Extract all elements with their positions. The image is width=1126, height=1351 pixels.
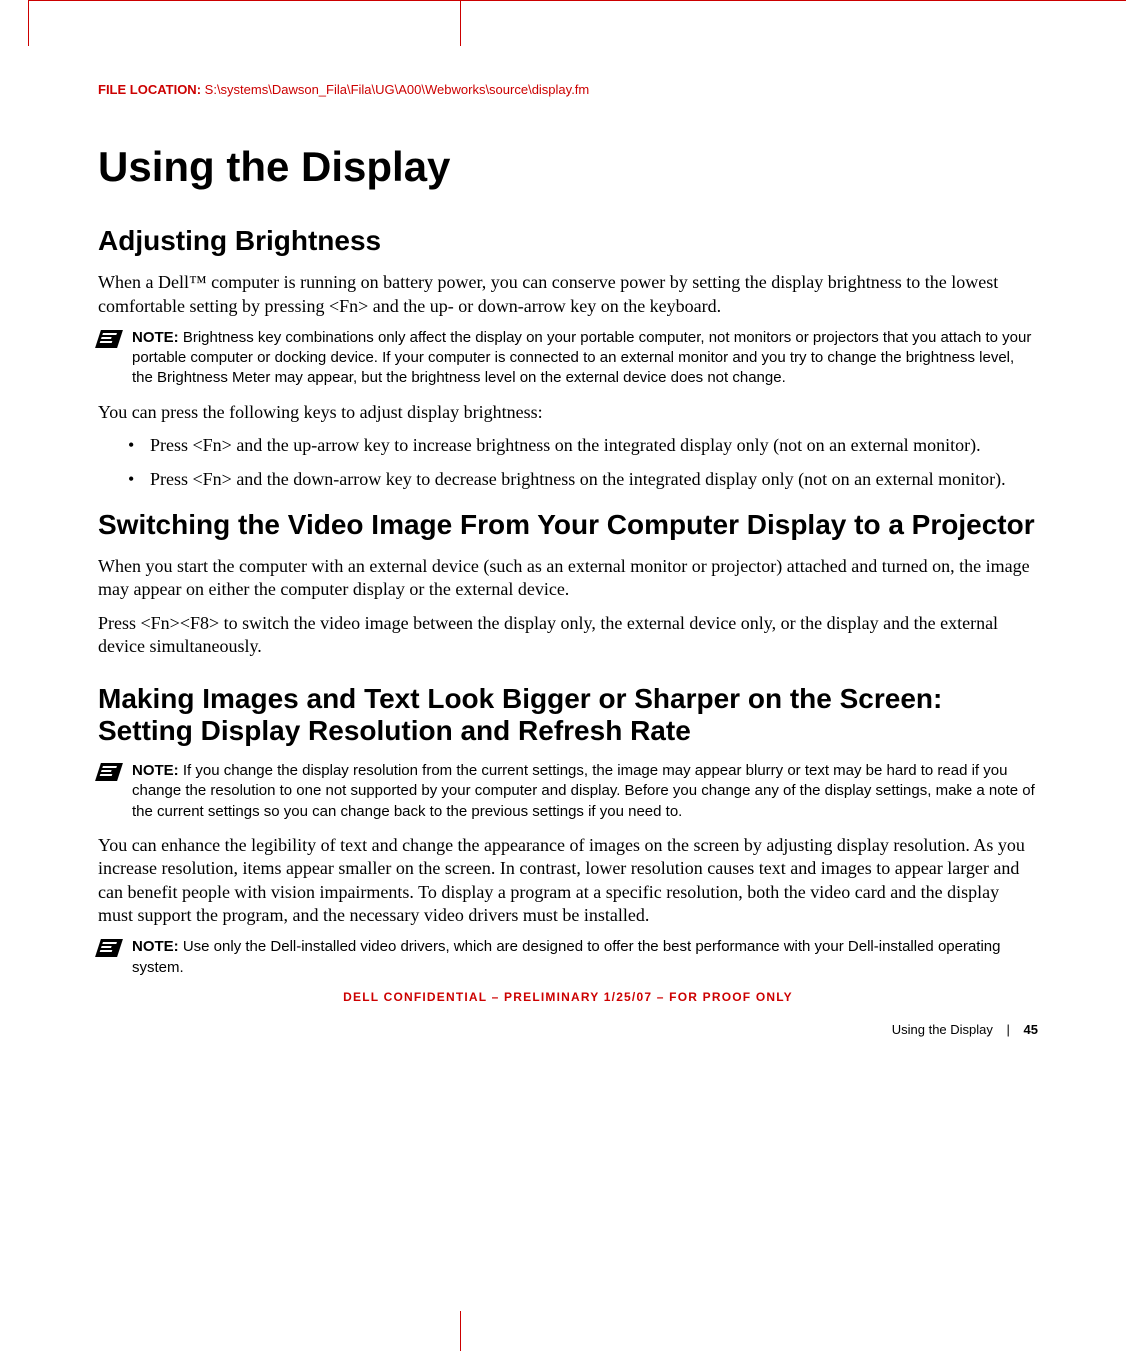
footer-separator: | xyxy=(1007,1022,1010,1037)
note-text: NOTE: If you change the display resoluti… xyxy=(132,761,1038,822)
section-heading-resolution: Making Images and Text Look Bigger or Sh… xyxy=(98,683,1038,747)
file-location-label: FILE LOCATION: xyxy=(98,82,201,97)
page-number: 45 xyxy=(1024,1022,1038,1037)
section-heading-brightness: Adjusting Brightness xyxy=(98,225,1038,257)
note-body: If you change the display resolution fro… xyxy=(132,762,1035,820)
file-location-line: FILE LOCATION: S:\systems\Dawson_Fila\Fi… xyxy=(98,82,1038,97)
note-label: NOTE: xyxy=(132,762,179,779)
note-text: NOTE: Brightness key combinations only a… xyxy=(132,328,1038,389)
bullet-list: Press <Fn> and the up-arrow key to incre… xyxy=(98,434,1038,491)
page-footer: Using the Display | 45 xyxy=(98,1022,1038,1037)
confidential-line: DELL CONFIDENTIAL – PRELIMINARY 1/25/07 … xyxy=(98,990,1038,1004)
crop-mark-top xyxy=(28,0,1126,1)
body-paragraph: When you start the computer with an exte… xyxy=(98,555,1038,602)
page-content: FILE LOCATION: S:\systems\Dawson_Fila\Fi… xyxy=(98,46,1038,1037)
section-heading-projector: Switching the Video Image From Your Comp… xyxy=(98,509,1038,541)
footer-section: Using the Display xyxy=(892,1022,993,1037)
note-icon xyxy=(95,330,123,348)
note-body: Use only the Dell-installed video driver… xyxy=(132,938,1001,975)
note-label: NOTE: xyxy=(132,938,179,955)
note-block: NOTE: If you change the display resoluti… xyxy=(98,761,1038,822)
note-icon xyxy=(95,939,123,957)
file-location-path: S:\systems\Dawson_Fila\Fila\UG\A00\Webwo… xyxy=(205,82,590,97)
body-paragraph: You can enhance the legibility of text a… xyxy=(98,834,1038,928)
crop-mark-top-center xyxy=(460,0,461,46)
note-body: Brightness key combinations only affect … xyxy=(132,329,1031,387)
page-title: Using the Display xyxy=(98,143,1038,191)
intro-paragraph: When a Dell™ computer is running on batt… xyxy=(98,271,1038,318)
note-icon xyxy=(95,763,123,781)
body-paragraph: Press <Fn><F8> to switch the video image… xyxy=(98,612,1038,659)
lead-paragraph: You can press the following keys to adju… xyxy=(98,401,1038,424)
crop-mark-bottom-center xyxy=(460,1311,461,1351)
list-item: Press <Fn> and the down-arrow key to dec… xyxy=(98,468,1038,491)
note-block: NOTE: Brightness key combinations only a… xyxy=(98,328,1038,389)
crop-mark-left xyxy=(28,0,29,46)
note-block: NOTE: Use only the Dell-installed video … xyxy=(98,937,1038,978)
list-item: Press <Fn> and the up-arrow key to incre… xyxy=(98,434,1038,457)
note-label: NOTE: xyxy=(132,329,179,346)
note-text: NOTE: Use only the Dell-installed video … xyxy=(132,937,1038,978)
